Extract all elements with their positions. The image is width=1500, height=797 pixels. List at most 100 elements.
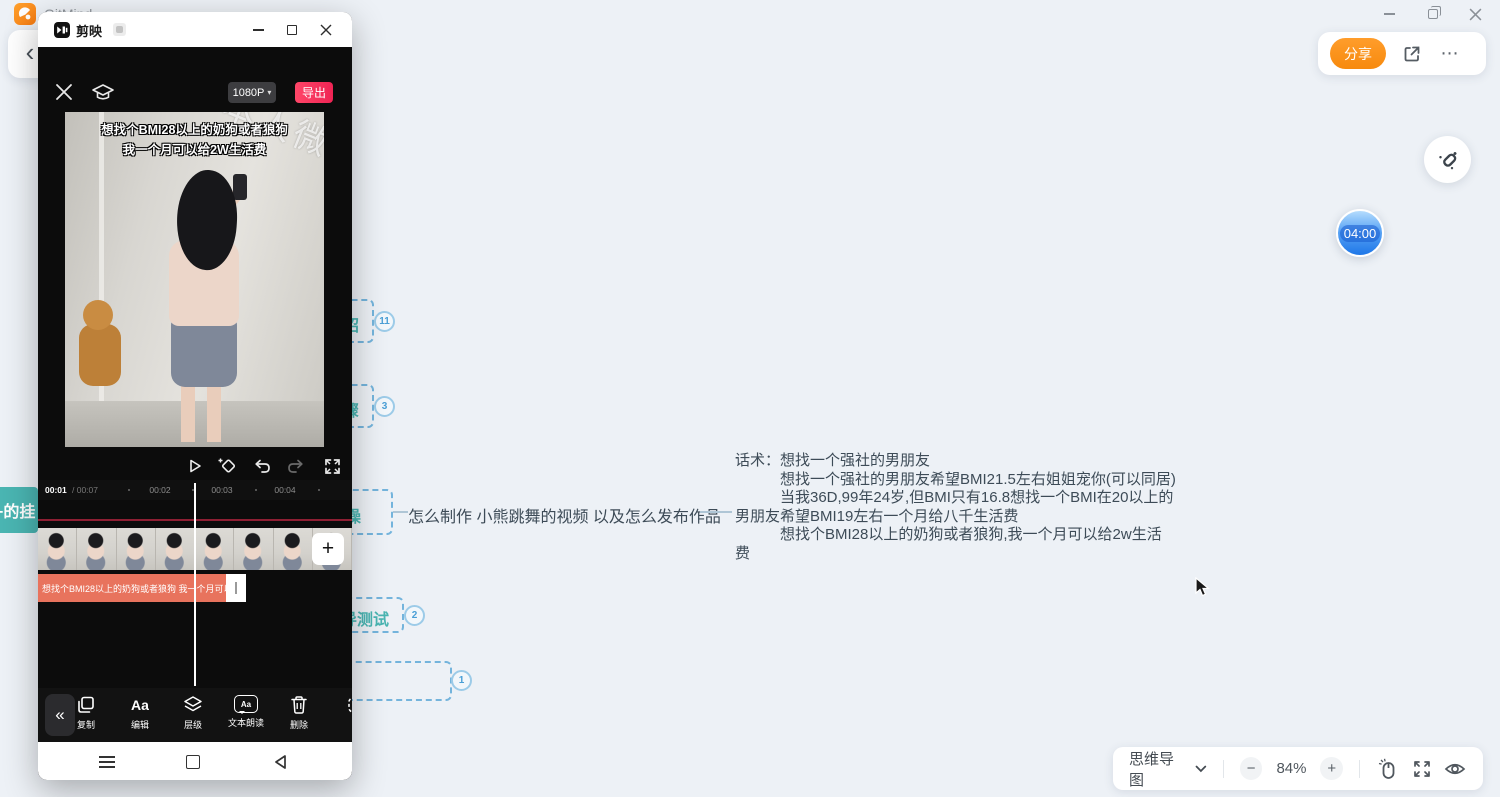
resolution-dropdown[interactable]: 1080P ▾	[228, 82, 276, 103]
tool-layer[interactable]: 层级	[167, 695, 219, 731]
capcut-version-badge	[113, 23, 126, 36]
ai-wand-button[interactable]	[1424, 136, 1471, 183]
tick-dot	[318, 489, 320, 491]
fit-screen-button[interactable]	[1410, 757, 1434, 781]
chevron-down-icon	[1195, 765, 1207, 773]
script-line: 想找个BMI28以上的奶狗或者狼狗,我一个月可以给2w生活	[735, 526, 1185, 545]
tutorial-button[interactable]	[91, 81, 115, 108]
nav-home-button[interactable]	[181, 750, 205, 774]
video-thumbnail	[156, 528, 195, 570]
capcut-minimize-button[interactable]	[246, 20, 270, 40]
collapse-badge[interactable]: 11	[374, 311, 395, 332]
editor-close-button[interactable]	[55, 83, 73, 101]
window-restore-button[interactable]	[1418, 4, 1448, 24]
presentation-button[interactable]	[1443, 757, 1467, 781]
redo-button[interactable]	[285, 455, 307, 477]
clip-toolbar: « 复制 Aa 编辑 层级 Aa 文本朗读 删除	[38, 688, 352, 742]
undo-button[interactable]	[251, 455, 273, 477]
partial-tool-icon	[346, 695, 352, 715]
eye-icon	[1444, 759, 1466, 779]
tool-edit[interactable]: Aa 编辑	[114, 695, 166, 731]
zoom-in-button[interactable]: +	[1320, 757, 1343, 780]
add-clip-button[interactable]: +	[312, 533, 344, 565]
nav-back-button[interactable]	[268, 750, 292, 774]
subtitle-overlay: 想找个BMI28以上的奶狗或者狼狗 我一个月可以给2W生活费	[65, 120, 324, 160]
video-thumbnail	[274, 528, 313, 570]
tick-label: 00:04	[274, 485, 295, 495]
capcut-window: 剪映 1080P ▾ 导出	[38, 12, 352, 780]
tick-dot	[255, 489, 257, 491]
video-thumbnail	[38, 528, 77, 570]
collapse-badge[interactable]: 3	[374, 396, 395, 417]
video-thumbnail	[234, 528, 273, 570]
export-window-button[interactable]	[1400, 42, 1424, 66]
text-track-clip[interactable]: 想找个BMI28以上的奶狗或者狼狗 我一个月可以	[38, 574, 226, 602]
speech-bubble-aa-icon: Aa	[234, 695, 258, 713]
script-line: 男朋友希望BMI19左右一个月给八千生活费	[735, 508, 1185, 527]
fullscreen-button[interactable]	[321, 455, 343, 477]
resolution-value: 1080P	[233, 87, 265, 99]
edit-aa-icon: Aa	[131, 695, 149, 715]
export-button[interactable]: 导出	[295, 82, 333, 103]
tool-text-to-speech[interactable]: Aa 文本朗读	[220, 695, 272, 729]
mindmap-root-node[interactable]: +的挂	[0, 487, 38, 533]
tool-label: 复制	[77, 718, 95, 731]
tool-label: 编辑	[131, 718, 149, 731]
mindmap-script-node[interactable]: 话术：想找一个强社的男朋友 想找一个强社的男朋友希望BMI21.5左右姐姐宠你(…	[735, 452, 1185, 564]
tool-partial[interactable]	[330, 695, 352, 718]
close-icon	[320, 24, 332, 36]
video-thumbnail	[117, 528, 156, 570]
tool-label: 层级	[184, 718, 202, 731]
mindmap-center-node[interactable]: 怎么制作 小熊跳舞的视频 以及怎么发布作品	[408, 503, 721, 527]
back-triangle-icon	[273, 754, 288, 770]
view-mode-dropdown[interactable]: 思维导图	[1129, 748, 1207, 790]
mouse-mode-button[interactable]	[1376, 757, 1400, 781]
restore-icon	[1428, 9, 1438, 19]
collapse-badge[interactable]: 2	[404, 605, 425, 626]
handle-grip	[235, 582, 237, 594]
total-time: / 00:07	[72, 485, 98, 495]
close-icon	[55, 83, 73, 101]
add-keyframe-button[interactable]	[216, 455, 238, 477]
divider	[1223, 760, 1224, 778]
more-button[interactable]: ⋯	[1438, 42, 1462, 66]
plush-bear-head	[83, 300, 113, 330]
capcut-close-button[interactable]	[314, 20, 338, 40]
timer-value: 04:00	[1340, 225, 1381, 242]
zoom-level: 84%	[1272, 760, 1310, 777]
share-button[interactable]: 分享	[1330, 38, 1386, 69]
playback-controls	[38, 452, 352, 480]
keyframe-diamond-icon	[217, 457, 237, 475]
divider	[1359, 760, 1360, 778]
zoom-out-button[interactable]: −	[1240, 757, 1263, 780]
close-icon	[1469, 8, 1482, 21]
hamburger-icon	[99, 756, 115, 768]
mirror-frame	[99, 112, 104, 447]
video-thumbnail	[195, 528, 234, 570]
expand-icon	[1412, 759, 1432, 779]
timer-widget[interactable]: 04:00	[1336, 209, 1384, 257]
window-minimize-button[interactable]	[1374, 4, 1404, 24]
video-preview[interactable]: 本人微 想找个BMI28以上的奶狗或者狼狗 我一个月可以给2W生活费	[65, 112, 324, 447]
undo-icon	[253, 459, 271, 474]
aa-glyph: Aa	[241, 700, 251, 709]
person-leg	[181, 384, 195, 442]
nav-menu-button[interactable]	[95, 750, 119, 774]
subtitle-line-1: 想找个BMI28以上的奶狗或者狼狗	[65, 120, 324, 140]
graduation-cap-icon	[91, 81, 115, 103]
view-mode-label: 思维导图	[1129, 748, 1188, 790]
play-button[interactable]	[184, 455, 206, 477]
person-skirt	[171, 317, 237, 387]
layers-icon	[182, 695, 204, 715]
collapse-badge[interactable]: 1	[451, 670, 472, 691]
tool-delete[interactable]: 删除	[273, 695, 325, 731]
redo-icon	[287, 459, 305, 474]
window-close-button[interactable]	[1460, 4, 1490, 24]
capcut-maximize-button[interactable]	[280, 20, 304, 40]
playhead[interactable]	[194, 483, 196, 686]
script-line: 当我36D,99年24岁,但BMI只有16.8想找一个BMI在20以上的	[735, 489, 1185, 508]
text-track-handle[interactable]	[226, 574, 246, 602]
copy-icon	[76, 695, 96, 715]
tool-copy[interactable]: 复制	[60, 695, 112, 731]
video-thumbnail	[77, 528, 116, 570]
